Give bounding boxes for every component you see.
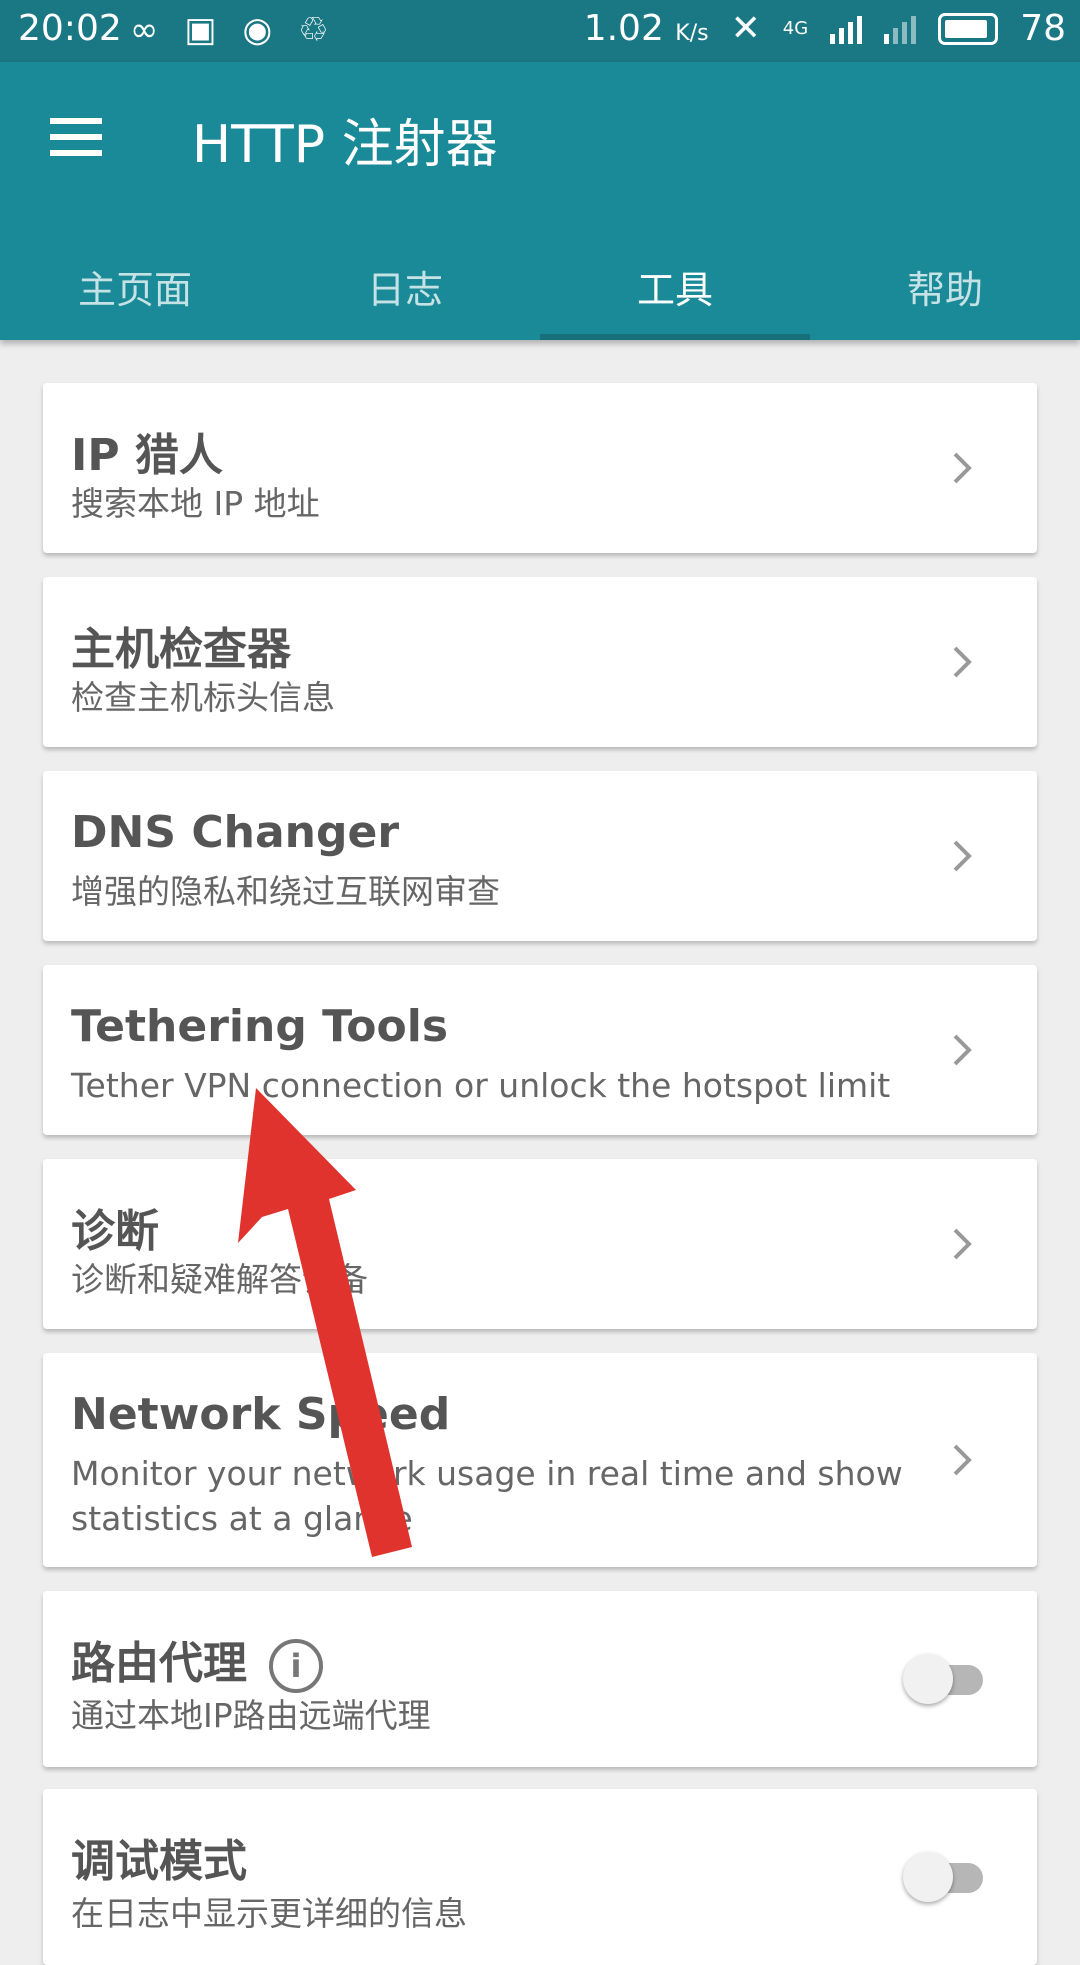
chevron-right-icon	[953, 840, 972, 872]
tool-title: 诊断	[71, 1206, 159, 1257]
network-type: 4G	[782, 18, 809, 39]
infinity-icon: ∞	[130, 10, 159, 50]
chevron-right-icon	[953, 1034, 972, 1066]
status-right-cluster: 1.02 K/s ✕ 4G 78	[584, 8, 1066, 49]
share-icon: ♲	[298, 10, 329, 50]
debug-mode-toggle[interactable]	[899, 1847, 991, 1907]
tab-tools[interactable]: 工具	[540, 232, 810, 340]
tool-subtitle: 通过本地IP路由远端代理	[71, 1696, 431, 1735]
battery-level: 78	[1020, 8, 1066, 49]
info-icon[interactable]: i	[269, 1639, 323, 1693]
tool-title: 路由代理	[71, 1638, 247, 1689]
tool-subtitle: 检查主机标头信息	[71, 678, 335, 717]
tool-network-speed[interactable]: Network Speed Monitor your network usage…	[43, 1353, 1037, 1567]
chevron-right-icon	[953, 452, 972, 484]
network-speed: 1.02 K/s	[583, 8, 709, 49]
tool-diagnostics[interactable]: 诊断 诊断和疑难解答设备	[43, 1159, 1037, 1329]
battery-icon	[938, 12, 999, 45]
tool-subtitle: 增强的隐私和绕过互联网审查	[71, 872, 500, 911]
tool-subtitle: 诊断和疑难解答设备	[71, 1260, 368, 1299]
tool-title: Network Speed	[71, 1389, 451, 1440]
chevron-right-icon	[953, 1228, 972, 1260]
tool-title: IP 猎人	[71, 430, 223, 481]
tool-subtitle: Monitor your network usage in real time …	[71, 1454, 903, 1538]
tab-log[interactable]: 日志	[270, 232, 540, 340]
signal-icon	[830, 14, 863, 44]
status-notification-icons: ∞ ▣ ◉ ♲	[130, 10, 329, 50]
image-icon: ▣	[184, 10, 217, 50]
tool-title: 主机检查器	[71, 624, 291, 675]
tool-title: DNS Changer	[71, 807, 400, 858]
tool-tethering-tools[interactable]: Tethering Tools Tether VPN connection or…	[43, 965, 1037, 1135]
status-bar: 20:02 ∞ ▣ ◉ ♲ 1.02 K/s ✕ 4G 78	[0, 0, 1080, 62]
tool-title: 调试模式	[71, 1836, 247, 1887]
hotspot-icon: ◉	[242, 10, 273, 50]
tab-bar: 主页面 日志 工具 帮助	[0, 232, 1080, 340]
tool-subtitle: 搜索本地 IP 地址	[71, 484, 320, 523]
menu-icon[interactable]	[50, 118, 102, 158]
tool-host-checker[interactable]: 主机检查器 检查主机标头信息	[43, 577, 1037, 747]
signal-icon-2	[884, 14, 917, 44]
tool-subtitle: 在日志中显示更详细的信息	[71, 1894, 467, 1933]
chevron-right-icon	[953, 1444, 972, 1476]
tab-home[interactable]: 主页面	[0, 232, 270, 340]
status-time: 20:02	[18, 8, 122, 49]
tool-debug-mode: 调试模式 在日志中显示更详细的信息	[43, 1789, 1037, 1965]
tool-dns-changer[interactable]: DNS Changer 增强的隐私和绕过互联网审查	[43, 771, 1037, 941]
tool-ip-hunter[interactable]: IP 猎人 搜索本地 IP 地址	[43, 383, 1037, 553]
tool-subtitle: Tether VPN connection or unlock the hots…	[71, 1066, 891, 1105]
tab-help[interactable]: 帮助	[810, 232, 1080, 340]
mute-icon: ✕	[730, 8, 761, 49]
chevron-right-icon	[953, 646, 972, 678]
app-title: HTTP 注射器	[192, 115, 498, 175]
tool-route-proxy: 路由代理 i 通过本地IP路由远端代理	[43, 1591, 1037, 1767]
route-proxy-toggle[interactable]	[899, 1649, 991, 1709]
app-bar: HTTP 注射器 主页面 日志 工具 帮助	[0, 62, 1080, 340]
tool-title: Tethering Tools	[71, 1001, 449, 1052]
